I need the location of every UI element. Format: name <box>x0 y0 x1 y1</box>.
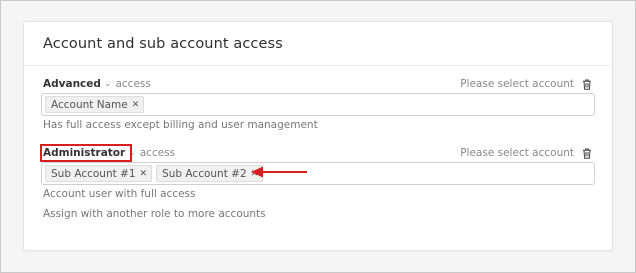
account-tag: Account Name ✕ <box>45 96 145 113</box>
account-tag: Sub Account #1 ✕ <box>45 165 153 182</box>
select-account-link[interactable]: Please select account <box>460 78 574 90</box>
role-hint: Assign with another role to more account… <box>43 208 266 220</box>
tag-label: Sub Account #2 <box>162 167 247 180</box>
access-card: Account and sub account access Advanced … <box>23 21 613 251</box>
access-label: access <box>115 78 151 90</box>
close-icon[interactable]: ✕ <box>132 100 140 110</box>
trash-icon[interactable] <box>582 79 592 90</box>
card-title: Account and sub account access <box>43 36 283 52</box>
trash-icon[interactable] <box>582 148 592 159</box>
account-tag-input-advanced[interactable]: Account Name ✕ <box>41 93 595 116</box>
window-frame: Account and sub account access Advanced … <box>0 0 636 273</box>
chevron-down-icon[interactable]: ⌄ <box>128 148 136 158</box>
annotation-arrow-icon <box>251 166 307 178</box>
account-tag-input-administrator[interactable]: Sub Account #1 ✕ Sub Account #2 ✕ <box>41 162 595 185</box>
role-row-advanced: Advanced ⌄ access Please select account <box>24 77 612 91</box>
access-label: access <box>139 147 176 159</box>
title-divider <box>24 65 612 66</box>
select-account-link[interactable]: Please select account <box>460 147 574 159</box>
tag-label: Sub Account #1 <box>51 167 136 180</box>
chevron-down-icon[interactable]: ⌄ <box>104 79 112 89</box>
close-icon[interactable]: ✕ <box>140 169 148 179</box>
role-select-advanced[interactable]: Advanced <box>43 78 101 90</box>
role-row-administrator: Administrator ⌄ access Please select acc… <box>24 146 612 160</box>
role-description: Has full access except billing and user … <box>43 119 318 131</box>
role-select-administrator[interactable]: Administrator <box>43 147 125 159</box>
account-tag: Sub Account #2 ✕ <box>156 165 264 182</box>
role-description: Account user with full access <box>43 188 196 200</box>
tag-label: Account Name <box>51 98 128 111</box>
